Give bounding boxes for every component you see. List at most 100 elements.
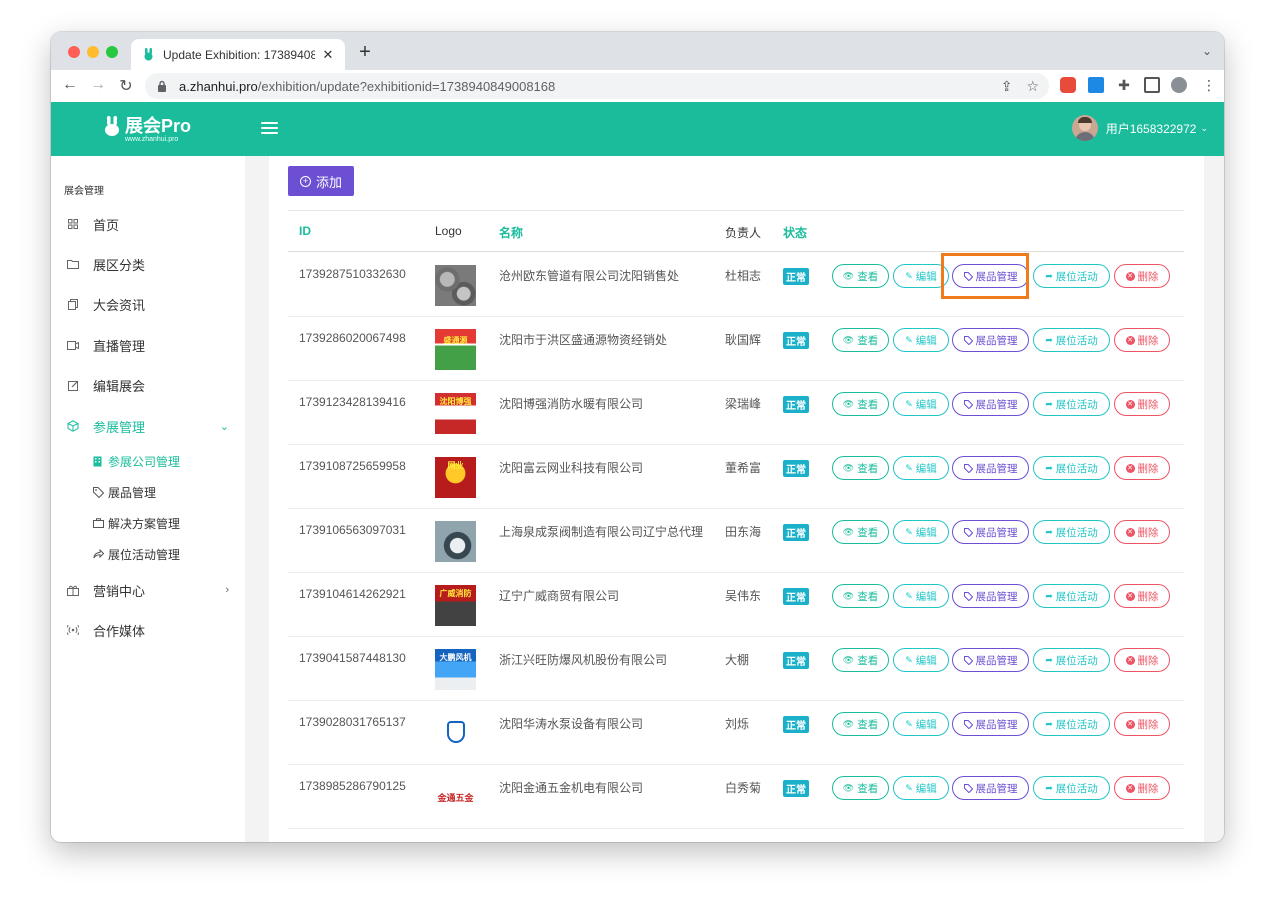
booth-activities-button[interactable]: ➦ 展位活动 — [1033, 520, 1110, 544]
reload-icon[interactable]: ↻ — [117, 76, 135, 96]
tag-icon — [963, 655, 973, 665]
booth-activities-button[interactable]: ➦ 展位活动 — [1033, 776, 1110, 800]
bookmark-star-icon[interactable]: ☆ — [1026, 78, 1039, 95]
sidebar-item-home[interactable]: 首页 — [67, 214, 231, 234]
company-table-card: + 添加 ID Logo 名称 负责人 状态 1739287510332630 … — [269, 156, 1204, 842]
booth-activities-button[interactable]: ➦ 展位活动 — [1033, 392, 1110, 416]
sidebar-item-media[interactable]: 合作媒体 — [67, 620, 231, 640]
close-window-button[interactable] — [68, 46, 80, 58]
sidebar-item-label: 首页 — [93, 217, 120, 233]
forward-arrow-icon[interactable]: → — [89, 76, 107, 94]
menu-toggle-icon[interactable] — [261, 122, 278, 135]
sidebar-subitem-solutions[interactable]: 解决方案管理 — [93, 514, 180, 532]
products-button[interactable]: 展品管理 — [952, 392, 1029, 416]
view-button-label: 查看 — [857, 590, 879, 603]
extension-blue-icon[interactable] — [1088, 77, 1104, 93]
edit-button[interactable]: ✎ 编辑 — [893, 328, 949, 352]
sidebar-subitem-products[interactable]: 展品管理 — [93, 483, 156, 501]
edit-button[interactable]: ✎ 编辑 — [893, 520, 949, 544]
puzzle-extensions-icon[interactable]: ✚ — [1116, 77, 1132, 93]
products-button[interactable]: 展品管理 — [952, 328, 1029, 352]
extension-red-icon[interactable] — [1060, 77, 1076, 93]
table-row: 1739028031765137 沈阳华涛水泵设备有限公司 刘烁 正常 👁︎ 查看… — [288, 701, 1184, 765]
products-button[interactable]: 展品管理 — [952, 648, 1029, 672]
company-manager: 杜相志 — [725, 269, 762, 283]
side-panel-icon[interactable] — [1144, 77, 1160, 93]
delete-button[interactable]: ✕ 删除 — [1114, 712, 1170, 736]
sidebar-item-label: 参展管理 — [93, 419, 146, 435]
booth-activities-button[interactable]: ➦ 展位活动 — [1033, 648, 1110, 672]
booth-activities-button[interactable]: ➦ 展位活动 — [1033, 456, 1110, 480]
app-logo[interactable]: 展会Pro www.zhanhui.pro — [103, 116, 191, 143]
view-button-label: 查看 — [857, 334, 879, 347]
column-header-id: ID — [299, 224, 311, 238]
company-logo: 大鹏风机 — [435, 649, 476, 690]
delete-button[interactable]: ✕ 删除 — [1114, 328, 1170, 352]
status-badge: 正常 — [783, 524, 809, 541]
user-menu[interactable]: 用户1658322972 ⌄ — [1071, 115, 1208, 141]
add-button[interactable]: + 添加 — [288, 166, 354, 196]
products-button[interactable]: 展品管理 — [952, 712, 1029, 736]
products-button[interactable]: 展品管理 — [952, 520, 1029, 544]
table-row: 1739106563097031 上海泉成泵阀制造有限公司辽宁总代理 田东海 正… — [288, 509, 1184, 573]
sidebar-item-zones[interactable]: 展区分类 — [67, 254, 231, 274]
delete-button[interactable]: ✕ 删除 — [1114, 392, 1170, 416]
delete-button[interactable]: ✕ 删除 — [1114, 584, 1170, 608]
booth-activities-button[interactable]: ➦ 展位活动 — [1033, 712, 1110, 736]
new-tab-icon[interactable]: + — [355, 41, 375, 64]
delete-button-label: 删除 — [1137, 782, 1159, 795]
sidebar-subitem-booth-activities[interactable]: 展位活动管理 — [93, 545, 180, 563]
view-button[interactable]: 👁︎ 查看 — [832, 584, 889, 608]
sidebar-item-live[interactable]: 直播管理 — [67, 335, 231, 355]
back-arrow-icon[interactable]: ← — [61, 76, 79, 94]
sidebar-item-edit-exhibition[interactable]: 编辑展会 — [67, 375, 231, 395]
minimize-window-button[interactable] — [87, 46, 99, 58]
view-button[interactable]: 👁︎ 查看 — [832, 712, 889, 736]
booth-activities-button[interactable]: ➦ 展位活动 — [1033, 584, 1110, 608]
browser-tab[interactable]: Update Exhibition: 17389408 ✕ — [131, 39, 345, 70]
tab-close-icon[interactable]: ✕ — [321, 47, 335, 63]
column-header-status[interactable]: 状态 — [783, 224, 807, 241]
edit-button[interactable]: ✎ 编辑 — [893, 648, 949, 672]
company-id: 1739287510332630 — [299, 267, 406, 281]
browser-menu-icon[interactable]: ⋮ — [1201, 77, 1217, 93]
booth-activities-button[interactable]: ➦ 展位活动 — [1033, 264, 1110, 288]
sidebar: 展会管理 首页 展区分类 大会资讯 直播管理 编辑展会 参展管理 ⌄ 参展公司管… — [51, 156, 245, 842]
view-button[interactable]: 👁︎ 查看 — [832, 456, 889, 480]
sidebar-item-news[interactable]: 大会资讯 — [67, 294, 231, 314]
edit-button[interactable]: ✎ 编辑 — [893, 776, 949, 800]
status-badge: 正常 — [783, 268, 809, 285]
delete-button[interactable]: ✕ 删除 — [1114, 520, 1170, 544]
delete-button[interactable]: ✕ 删除 — [1114, 456, 1170, 480]
view-button[interactable]: 👁︎ 查看 — [832, 648, 889, 672]
share-icon: ➦ — [1045, 654, 1053, 665]
view-button[interactable]: 👁︎ 查看 — [832, 776, 889, 800]
edit-button[interactable]: ✎ 编辑 — [893, 584, 949, 608]
products-button[interactable]: 展品管理 — [952, 456, 1029, 480]
share-icon: ➦ — [1045, 718, 1053, 729]
profile-icon[interactable] — [1171, 77, 1187, 93]
delete-button[interactable]: ✕ 删除 — [1114, 776, 1170, 800]
sidebar-item-marketing[interactable]: 营销中心 › — [67, 580, 231, 600]
view-button[interactable]: 👁︎ 查看 — [832, 520, 889, 544]
column-header-name[interactable]: 名称 — [499, 224, 523, 241]
edit-button[interactable]: ✎ 编辑 — [893, 712, 949, 736]
products-button[interactable]: 展品管理 — [952, 584, 1029, 608]
edit-button[interactable]: ✎ 编辑 — [893, 392, 949, 416]
view-button[interactable]: 👁︎ 查看 — [832, 264, 889, 288]
sidebar-item-participants[interactable]: 参展管理 ⌄ — [67, 416, 231, 436]
maximize-window-button[interactable] — [106, 46, 118, 58]
sidebar-subitem-companies[interactable]: 参展公司管理 — [93, 452, 180, 470]
products-button[interactable]: 展品管理 — [952, 776, 1029, 800]
booth-activities-button[interactable]: ➦ 展位活动 — [1033, 328, 1110, 352]
sidebar-item-label: 编辑展会 — [93, 378, 146, 394]
share-page-icon[interactable]: ⇪ — [1001, 78, 1013, 95]
view-button[interactable]: 👁︎ 查看 — [832, 328, 889, 352]
view-button[interactable]: 👁︎ 查看 — [832, 392, 889, 416]
tab-search-chevron-icon[interactable]: ⌄ — [1202, 44, 1212, 58]
edit-button[interactable]: ✎ 编辑 — [893, 456, 949, 480]
view-button-label: 查看 — [857, 718, 879, 731]
address-bar[interactable]: a.zhanhui.pro/exhibition/update?exhibiti… — [145, 73, 1049, 99]
delete-button[interactable]: ✕ 删除 — [1114, 648, 1170, 672]
delete-button[interactable]: ✕ 删除 — [1114, 264, 1170, 288]
